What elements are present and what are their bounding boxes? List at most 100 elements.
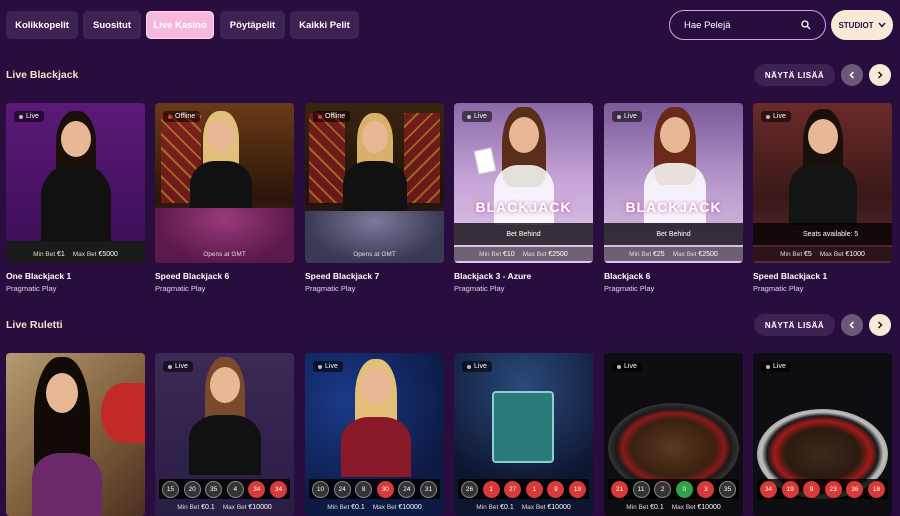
bet-limits: Min Bet €0.1 Max Bet €10000 [626,503,721,511]
roulette-number: 10 [312,480,329,498]
studios-dropdown[interactable]: STUDIOT [831,10,893,40]
game-thumbnail[interactable]: Live 26 1 27 1 9 19 Min Bet €0.1 Max Bet €100… [454,353,593,516]
roulette-number: 18 [867,480,885,498]
roulette-number: 2 [654,480,672,498]
roulette-number: 30 [376,480,394,498]
chevron-right-icon [877,71,883,79]
search-input[interactable]: Hae Pelejä [669,10,826,40]
roulette-number: 19 [781,480,799,498]
prev-ruletti-button[interactable] [841,314,863,336]
search-placeholder: Hae Pelejä [684,19,731,31]
chevron-right-icon [877,321,883,329]
roulette-number: 26 [461,480,478,498]
bet-limits: Min Bet €5 Max Bet €1000 [753,247,892,261]
game-thumbnail[interactable]: Live 21 11 2 0 3 35 Min Bet €0.1 Max Bet €100… [604,353,743,516]
game-title: Speed Blackjack 6 [155,271,230,281]
game-card-blackjack-3-azure[interactable]: BLACKJACK Bet Behind Live Min Bet €10 Ma… [454,103,593,293]
game-card-roulette-3[interactable]: Live 10 24 8 30 24 31 Min Bet €0.1 Max Bet €1… [305,353,444,516]
next-blackjack-button[interactable] [869,64,891,86]
roulette-number: 15 [162,480,179,498]
recent-numbers: 21 11 2 0 3 35 [608,479,739,499]
roulette-number: 34 [269,480,287,498]
game-thumbnail[interactable]: BLACKJACK Bet Behind Live Min Bet €25 Ma… [604,103,743,263]
game-card-roulette-2[interactable]: Live 15 20 35 4 34 34 Min Bet €0.1 Max Bet €1… [155,353,294,516]
roulette-number: 21 [611,480,628,498]
status-badge: Live [462,111,492,122]
bet-limits: Min Bet €25 Max Bet €2500 [604,247,743,261]
search-icon[interactable] [801,20,811,30]
roulette-number: 24 [333,480,351,498]
tab-kaikki-pelit[interactable]: Kaikki Pelit [290,11,359,39]
game-provider: Pragmatic Play [155,284,206,293]
chevron-down-icon [878,22,886,28]
show-more-ruletti-button[interactable]: NÄYTÄ LISÄÄ [754,314,835,336]
roulette-number: 34 [248,480,266,498]
game-thumbnail[interactable]: Offline Opens at GMT [305,103,444,263]
game-card-blackjack-6[interactable]: BLACKJACK Bet Behind Live Min Bet €25 Ma… [604,103,743,293]
roulette-number: 19 [568,480,586,498]
opens-at: Opens at GMT [203,250,246,258]
game-thumbnail[interactable]: Offline Opens at GMT [155,103,294,263]
roulette-number: 1 [482,480,500,498]
bet-behind-label: Bet Behind [604,223,743,245]
roulette-number: 20 [183,480,201,498]
tab-suositut[interactable]: Suositut [83,11,141,39]
roulette-number: 9 [803,480,821,498]
bet-behind-label: Bet Behind [454,223,593,245]
section-title-live-blackjack: Live Blackjack [6,69,79,81]
game-card-roulette-4[interactable]: Live 26 1 27 1 9 19 Min Bet €0.1 Max Bet €100… [454,353,593,516]
game-thumbnail[interactable]: Live 10 24 8 30 24 31 Min Bet €0.1 Max Bet €1… [305,353,444,516]
roulette-number: 31 [419,480,437,498]
chevron-left-icon [849,71,855,79]
top-bar: Kolikkopelit Suositut Live Kasino Pöytäp… [0,0,900,50]
bet-limits: Min Bet €10 Max Bet €2500 [454,247,593,261]
game-thumbnail[interactable]: BLACKJACK Bet Behind Live Min Bet €10 Ma… [454,103,593,263]
game-card-speed-blackjack-7[interactable]: Offline Opens at GMT Speed Blackjack 7 P… [305,103,444,293]
game-provider: Pragmatic Play [305,284,356,293]
roulette-number: 8 [355,480,373,498]
prev-blackjack-button[interactable] [841,64,863,86]
status-badge: Live [462,361,492,372]
studios-label: STUDIOT [838,20,874,30]
game-thumbnail[interactable]: Live 34 19 9 23 36 18 [753,353,892,516]
game-card-roulette-5[interactable]: Live 21 11 2 0 3 35 Min Bet €0.1 Max Bet €100… [604,353,743,516]
opens-at: Opens at GMT [353,250,396,258]
game-card-roulette-6[interactable]: Live 34 19 9 23 36 18 [753,353,892,516]
seats-available-label: Seats available: 5 [753,223,892,245]
game-card-one-blackjack-1[interactable]: Live Min Bet €1 Max Bet €5000 One Blackj… [6,103,145,293]
game-thumbnail[interactable] [6,353,145,516]
game-title: One Blackjack 1 [6,271,72,281]
game-thumbnail[interactable]: Live 15 20 35 4 34 34 Min Bet €0.1 Max Bet €1… [155,353,294,516]
recent-numbers: 34 19 9 23 36 18 [757,479,888,499]
recent-numbers: 10 24 8 30 24 31 [309,479,440,499]
status-badge: Live [313,361,343,372]
tab-poytapelit[interactable]: Pöytäpelit [220,11,285,39]
game-title: Blackjack 6 [604,271,651,281]
roulette-number: 23 [824,480,842,498]
recent-numbers: 26 1 27 1 9 19 [458,479,589,499]
tab-kolikkopelit[interactable]: Kolikkopelit [6,11,78,39]
status-badge: Live [761,361,791,372]
game-card-speed-blackjack-1[interactable]: Seats available: 5 Live Min Bet €5 Max B… [753,103,892,293]
status-badge: Offline [163,111,201,122]
roulette-number: 4 [226,480,244,498]
status-badge: Live [612,361,642,372]
roulette-number: 35 [718,480,736,498]
roulette-number: 0 [675,480,693,498]
game-provider: Pragmatic Play [753,284,804,293]
status-badge: Live [14,111,44,122]
section-title-live-ruletti: Live Ruletti [6,319,63,331]
tab-live-kasino[interactable]: Live Kasino [146,11,214,39]
next-ruletti-button[interactable] [869,314,891,336]
roulette-number: 11 [632,480,650,498]
game-thumbnail[interactable]: Seats available: 5 Live Min Bet €5 Max B… [753,103,892,263]
game-card-roulette-1[interactable] [6,353,145,516]
game-provider: Pragmatic Play [454,284,505,293]
roulette-number: 27 [504,480,522,498]
recent-numbers: 15 20 35 4 34 34 [159,479,290,499]
show-more-blackjack-button[interactable]: NÄYTÄ LISÄÄ [754,64,835,86]
bet-limits: Min Bet €0.1 Max Bet €10000 [177,503,272,511]
game-thumbnail[interactable]: Live Min Bet €1 Max Bet €5000 [6,103,145,263]
bet-limits: Min Bet €0.1 Max Bet €10000 [327,503,422,511]
game-card-speed-blackjack-6[interactable]: Offline Opens at GMT Speed Blackjack 6 P… [155,103,294,293]
